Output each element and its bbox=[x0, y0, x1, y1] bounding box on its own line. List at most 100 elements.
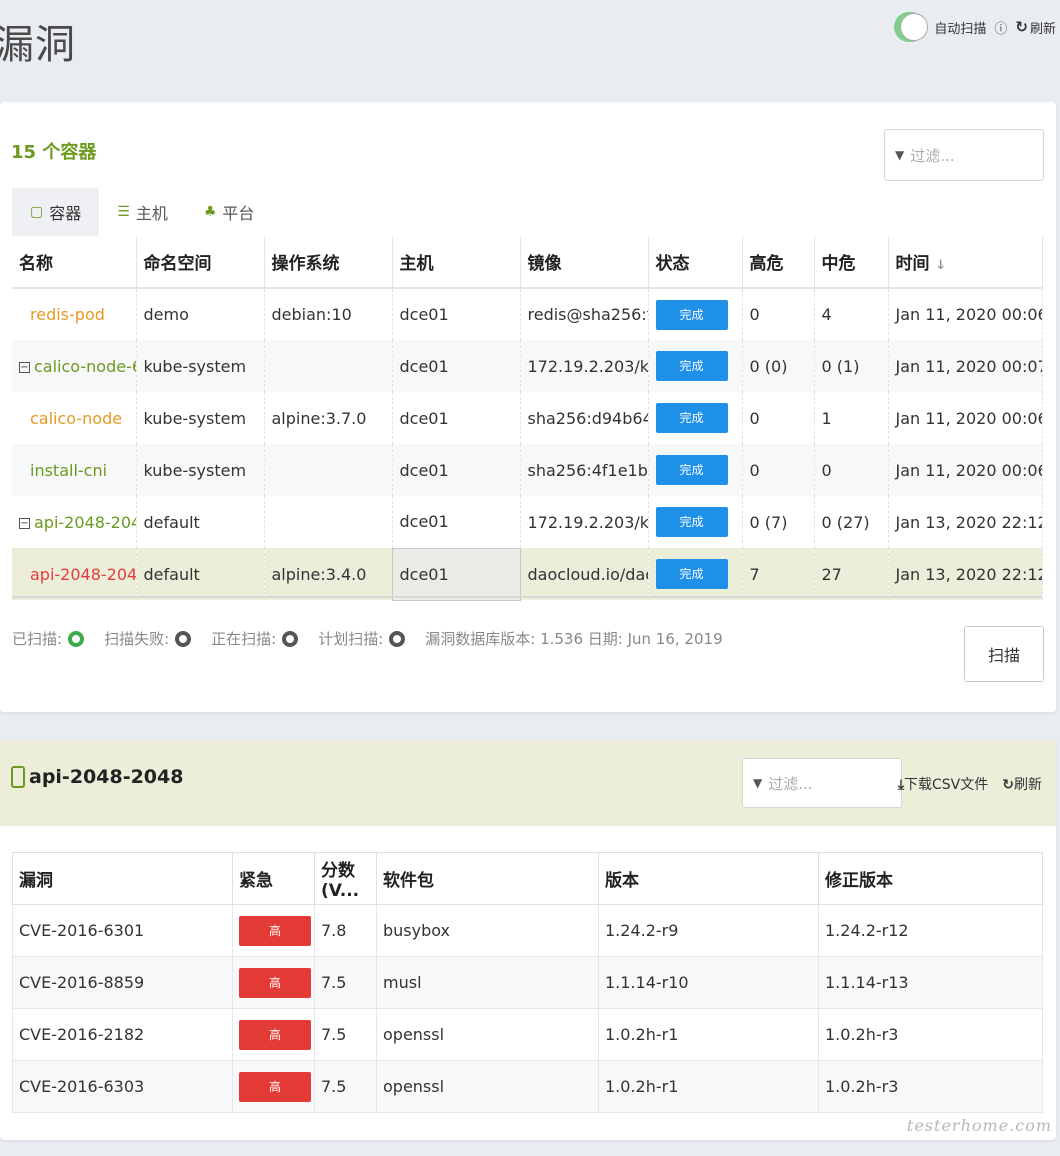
container-filter-input[interactable]: ▼ 过滤... bbox=[884, 129, 1044, 181]
filter-icon: ▼ bbox=[753, 776, 763, 790]
col-fixed-version[interactable]: 修正版本 bbox=[818, 852, 1043, 905]
medium-cell: 27 bbox=[814, 548, 889, 600]
col-score[interactable]: 分数(V... bbox=[314, 852, 377, 905]
table-row[interactable]: −api-2048-2048-7bf default dce01 172.19.… bbox=[12, 496, 1043, 548]
status-cell: 完成 bbox=[648, 548, 743, 600]
fixed-version-cell: 1.0.2h-r3 bbox=[818, 1060, 1043, 1113]
col-version[interactable]: 版本 bbox=[598, 852, 819, 905]
tab-label: 平台 bbox=[222, 204, 255, 223]
table-row[interactable]: calico-node kube-system alpine:3.7.0 dce… bbox=[12, 392, 1043, 444]
detail-refresh-button[interactable]: ↻刷新 bbox=[1002, 774, 1042, 794]
containers-panel: 15 个容器 ▼ 过滤... ▢ 容器 ☰ 主机 ♣ 平台 名称 命名空间 操作… bbox=[0, 102, 1056, 712]
page-title: 漏洞 bbox=[0, 22, 76, 68]
table-row[interactable]: CVE-2016-6301 高 7.8 busybox 1.24.2-r9 1.… bbox=[12, 904, 1043, 957]
cve-id[interactable]: CVE-2016-6301 bbox=[12, 904, 233, 957]
container-name[interactable]: calico-node bbox=[12, 392, 137, 444]
table-row[interactable]: install-cni kube-system dce01 sha256:4f1… bbox=[12, 444, 1043, 496]
container-count: 15 个容器 bbox=[11, 142, 97, 163]
table-scroll-edge bbox=[12, 596, 1042, 598]
package-cell: openssl bbox=[376, 1060, 599, 1113]
os-cell bbox=[264, 444, 393, 496]
legend-scanned-label: 已扫描: bbox=[12, 630, 63, 648]
table-row[interactable]: CVE-2016-6303 高 7.5 openssl 1.0.2h-r1 1.… bbox=[12, 1060, 1043, 1113]
host-cell: dce01 bbox=[391, 547, 521, 601]
table-row[interactable]: redis-pod demo debian:10 dce01 redis@sha… bbox=[12, 288, 1043, 340]
image-cell: redis@sha256:fe8039 bbox=[520, 288, 649, 340]
time-cell: Jan 13, 2020 22:12:46 bbox=[888, 496, 1043, 548]
severity-cell: 高 bbox=[232, 904, 315, 957]
sort-icon[interactable]: ↓ bbox=[935, 258, 946, 273]
container-name[interactable]: calico-node-6lv8r ( bbox=[34, 357, 135, 376]
collapse-icon[interactable]: − bbox=[19, 517, 30, 529]
medium-cell: 0 bbox=[814, 444, 889, 496]
col-namespace[interactable]: 命名空间 bbox=[136, 236, 265, 289]
time-cell: Jan 11, 2020 00:06:23 bbox=[888, 288, 1043, 340]
table-row[interactable]: CVE-2016-8859 高 7.5 musl 1.1.14-r10 1.1.… bbox=[12, 956, 1043, 1009]
namespace-cell: default bbox=[136, 548, 265, 600]
platform-icon: ♣ bbox=[203, 204, 217, 220]
cve-id[interactable]: CVE-2016-6303 bbox=[12, 1060, 233, 1113]
refresh-button[interactable]: ↻ 刷新 bbox=[1015, 18, 1056, 37]
col-severity[interactable]: 紧急 bbox=[232, 852, 315, 905]
medium-cell: 4 bbox=[814, 288, 889, 340]
col-status[interactable]: 状态 bbox=[648, 236, 743, 289]
col-image[interactable]: 镜像 bbox=[520, 236, 649, 289]
container-name[interactable]: install-cni bbox=[12, 444, 137, 496]
cve-id[interactable]: CVE-2016-2182 bbox=[12, 1008, 233, 1061]
package-cell: busybox bbox=[376, 904, 599, 957]
table-row[interactable]: −calico-node-6lv8r ( kube-system dce01 1… bbox=[12, 340, 1043, 392]
container-name[interactable]: api-2048-2048-7bf bbox=[34, 513, 135, 532]
auto-scan-toggle[interactable] bbox=[894, 12, 929, 42]
col-high[interactable]: 高危 bbox=[742, 236, 815, 289]
time-cell: Jan 11, 2020 00:07:15 bbox=[888, 340, 1043, 392]
container-name[interactable]: api-2048-2048 bbox=[12, 548, 137, 600]
high-cell: 0 (0) bbox=[742, 340, 815, 392]
collapse-icon[interactable]: − bbox=[19, 361, 30, 373]
package-cell: openssl bbox=[376, 1008, 599, 1061]
tab-hosts[interactable]: ☰ 主机 bbox=[99, 188, 186, 236]
col-os[interactable]: 操作系统 bbox=[264, 236, 393, 289]
tab-containers[interactable]: ▢ 容器 bbox=[12, 188, 100, 236]
container-name[interactable]: redis-pod bbox=[12, 288, 137, 340]
legend-scheduled-label: 计划扫描: bbox=[318, 630, 384, 648]
status-badge: 完成 bbox=[655, 507, 728, 537]
name-cell[interactable]: −calico-node-6lv8r ( bbox=[12, 340, 137, 392]
status-badge: 完成 bbox=[655, 455, 728, 485]
status-cell: 完成 bbox=[648, 496, 743, 548]
os-cell: alpine:3.7.0 bbox=[264, 392, 393, 444]
detail-title-text: api-2048-2048 bbox=[29, 766, 184, 788]
tab-label: 容器 bbox=[49, 204, 82, 223]
host-cell: dce01 bbox=[392, 340, 521, 392]
cve-id[interactable]: CVE-2016-8859 bbox=[12, 956, 233, 1009]
name-cell[interactable]: −api-2048-2048-7bf bbox=[12, 496, 137, 548]
col-host[interactable]: 主机 bbox=[392, 236, 521, 289]
tab-label: 主机 bbox=[135, 204, 168, 223]
medium-cell: 1 bbox=[814, 392, 889, 444]
container-icon: ▢ bbox=[30, 204, 44, 220]
cve-table: 漏洞 紧急 分数(V... 软件包 版本 修正版本 CVE-2016-6301 … bbox=[12, 852, 1043, 1113]
medium-cell: 0 (27) bbox=[814, 496, 889, 548]
scan-button[interactable]: 扫描 bbox=[964, 626, 1044, 682]
info-icon[interactable]: ⓘ bbox=[994, 18, 1007, 37]
score-cell: 7.5 bbox=[314, 1008, 377, 1061]
container-icon bbox=[11, 766, 25, 788]
col-package[interactable]: 软件包 bbox=[376, 852, 599, 905]
col-cve[interactable]: 漏洞 bbox=[12, 852, 233, 905]
severity-badge: 高 bbox=[239, 1071, 311, 1102]
high-cell: 0 bbox=[742, 288, 815, 340]
filter-placeholder: 过滤... bbox=[910, 146, 955, 165]
filter-placeholder: 过滤... bbox=[768, 774, 813, 793]
refresh-label: 刷新 bbox=[1014, 777, 1042, 793]
table-header: 漏洞 紧急 分数(V... 软件包 版本 修正版本 bbox=[12, 852, 1043, 905]
high-cell: 0 bbox=[742, 392, 815, 444]
col-time[interactable]: 时间 ↓ bbox=[888, 236, 1043, 289]
download-csv-button[interactable]: ⤓下载CSV文件 bbox=[898, 774, 988, 794]
table-row-selected[interactable]: api-2048-2048 default alpine:3.4.0 dce01… bbox=[12, 547, 1043, 601]
scanned-dot-icon bbox=[68, 630, 85, 647]
col-name[interactable]: 名称 bbox=[12, 236, 137, 289]
tab-platform[interactable]: ♣ 平台 bbox=[186, 188, 273, 236]
cve-filter-input[interactable]: ▼ 过滤... bbox=[742, 758, 902, 808]
col-medium[interactable]: 中危 bbox=[814, 236, 889, 289]
legend-scanning-label: 正在扫描: bbox=[211, 630, 277, 648]
table-row[interactable]: CVE-2016-2182 高 7.5 openssl 1.0.2h-r1 1.… bbox=[12, 1008, 1043, 1061]
